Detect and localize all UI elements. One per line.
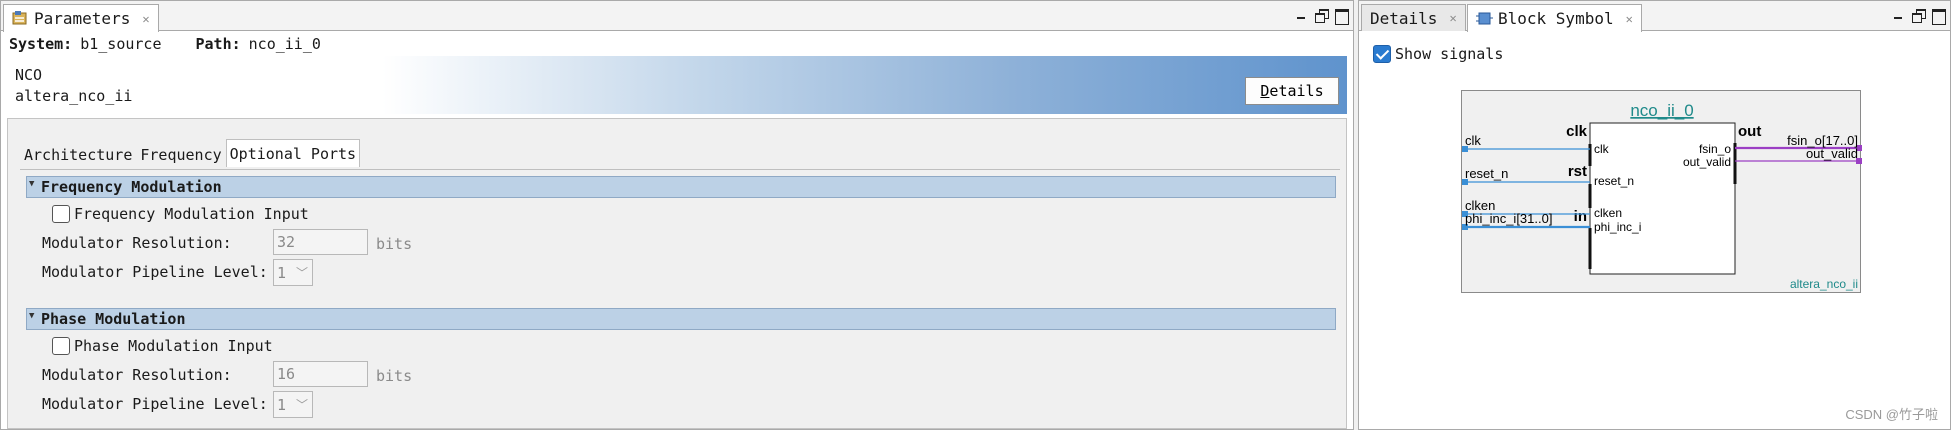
tab-block-symbol-label: Block Symbol	[1498, 9, 1614, 28]
parameters-panel: Parameters ✕ System: b1_source Path: nco…	[0, 0, 1354, 430]
tab-optional-ports[interactable]: Optional Ports	[225, 139, 361, 167]
details-button[interactable]: Details	[1245, 77, 1339, 105]
frequency-modulation-checkbox[interactable]	[52, 205, 70, 223]
collapse-triangle-icon[interactable]: ▼	[29, 179, 34, 189]
tab-parameters-label: Parameters	[34, 9, 131, 28]
restore-icon[interactable]	[1912, 9, 1926, 23]
phase-modulator-pipeline-select[interactable]: 1 ﹀	[273, 391, 313, 418]
freq-modulator-resolution-label: Modulator Resolution:	[42, 234, 232, 252]
tab-parameters[interactable]: Parameters ✕	[3, 4, 159, 32]
block-symbol-panel: Details ✕ Block Symbol ✕ Show signals nc…	[1358, 0, 1951, 430]
restore-icon[interactable]	[1315, 9, 1329, 23]
group-title: Frequency Modulation	[41, 178, 222, 196]
maximize-icon[interactable]	[1932, 9, 1946, 25]
parameters-content: Architecture Frequency Optional Ports ▼ …	[7, 118, 1347, 429]
system-label: System:	[9, 35, 73, 53]
tab-frequency[interactable]: Frequency	[136, 141, 225, 168]
signal-out-valid: out_valid	[1806, 146, 1858, 161]
freq-modulator-resolution-input[interactable]: 32	[273, 229, 368, 255]
freq-pipeline-value: 1	[277, 263, 287, 282]
window-buttons	[1892, 9, 1946, 25]
show-signals-label: Show signals	[1395, 45, 1504, 63]
tab-architecture[interactable]: Architecture	[20, 141, 136, 168]
port-phi-inc: phi_inc_i	[1594, 220, 1641, 234]
port-out-valid: out_valid	[1683, 155, 1731, 169]
freq-resolution-unit: bits	[376, 235, 413, 253]
signal-reset-n: reset_n	[1465, 166, 1508, 181]
phase-modulator-resolution-label: Modulator Resolution:	[42, 366, 232, 384]
minimize-icon[interactable]	[1295, 9, 1307, 21]
maximize-icon[interactable]	[1335, 9, 1349, 25]
block-symbol-icon	[1476, 10, 1493, 27]
component-subtitle: altera_nco_ii	[15, 87, 133, 105]
chevron-down-icon: ﹀	[295, 398, 308, 412]
frequency-modulation-input-row[interactable]: Frequency Modulation Input	[52, 205, 309, 223]
parameters-icon	[12, 10, 29, 27]
system-value: b1_source	[80, 35, 162, 53]
component-header: NCO altera_nco_ii Details	[7, 56, 1347, 114]
optional-ports-body: ▼ Frequency Modulation Frequency Modulat…	[20, 169, 1340, 428]
group-frequency-modulation[interactable]: ▼ Frequency Modulation	[26, 176, 1336, 198]
port-reset-n: reset_n	[1594, 174, 1634, 188]
right-tabbar: Details ✕ Block Symbol ✕	[1359, 1, 1950, 32]
signal-clk: clk	[1465, 133, 1481, 148]
freq-modulator-pipeline-select[interactable]: 1 ﹀	[273, 259, 313, 286]
window-buttons	[1295, 9, 1349, 25]
path-label: Path:	[195, 35, 241, 53]
component-name: altera_nco_ii	[1790, 277, 1858, 291]
interface-clk-label: clk	[1566, 123, 1588, 140]
freq-modulator-pipeline-label: Modulator Pipeline Level:	[42, 263, 268, 281]
block-symbol-diagram: nco_ii_0 clk rst in out clk reset_n clke…	[1461, 90, 1862, 293]
port-clk: clk	[1594, 142, 1610, 156]
chevron-down-icon: ﹀	[295, 266, 308, 280]
parameters-tabbar: Parameters ✕	[1, 1, 1353, 32]
phase-pipeline-value: 1	[277, 395, 287, 414]
port-fsin-o: fsin_o	[1699, 142, 1731, 156]
parameter-subtabs: Architecture Frequency Optional Ports	[20, 139, 361, 168]
minimize-icon[interactable]	[1892, 9, 1904, 21]
tab-details-label: Details	[1370, 8, 1438, 28]
show-signals-row[interactable]: Show signals	[1373, 45, 1503, 63]
tab-block-symbol[interactable]: Block Symbol ✕	[1467, 4, 1642, 32]
phase-modulator-pipeline-label: Modulator Pipeline Level:	[42, 395, 268, 413]
frequency-modulation-input-label: Frequency Modulation Input	[74, 205, 309, 223]
interface-rst-label: rst	[1568, 163, 1587, 180]
phase-resolution-unit: bits	[376, 367, 413, 385]
watermark: CSDN @竹子啦	[1845, 407, 1938, 422]
group-phase-modulation[interactable]: ▼ Phase Modulation	[26, 308, 1336, 330]
close-tab-icon[interactable]: ✕	[1626, 12, 1633, 26]
collapse-triangle-icon[interactable]: ▼	[29, 311, 34, 321]
close-tab-icon[interactable]: ✕	[1449, 11, 1456, 25]
close-tab-icon[interactable]: ✕	[142, 12, 149, 26]
tab-details[interactable]: Details ✕	[1361, 4, 1466, 31]
interface-in-label: in	[1574, 208, 1587, 225]
instance-name: nco_ii_0	[1630, 101, 1693, 120]
path-value: nco_ii_0	[248, 35, 321, 53]
show-signals-checkbox[interactable]	[1373, 45, 1391, 63]
phase-modulation-input-label: Phase Modulation Input	[74, 337, 273, 355]
signal-phi-inc: phi_inc_i[31..0]	[1465, 211, 1552, 226]
group-title: Phase Modulation	[41, 310, 186, 328]
phase-modulator-resolution-input[interactable]: 16	[273, 361, 368, 387]
block-symbol-svg: nco_ii_0 clk rst in out clk reset_n clke…	[1462, 101, 1862, 291]
interface-out-label: out	[1738, 123, 1761, 140]
phase-modulation-checkbox[interactable]	[52, 337, 70, 355]
phase-modulation-input-row[interactable]: Phase Modulation Input	[52, 337, 273, 355]
component-title: NCO	[15, 66, 43, 84]
path-bar: System: b1_source Path: nco_ii_0	[1, 32, 1353, 56]
port-clken: clken	[1594, 206, 1622, 220]
